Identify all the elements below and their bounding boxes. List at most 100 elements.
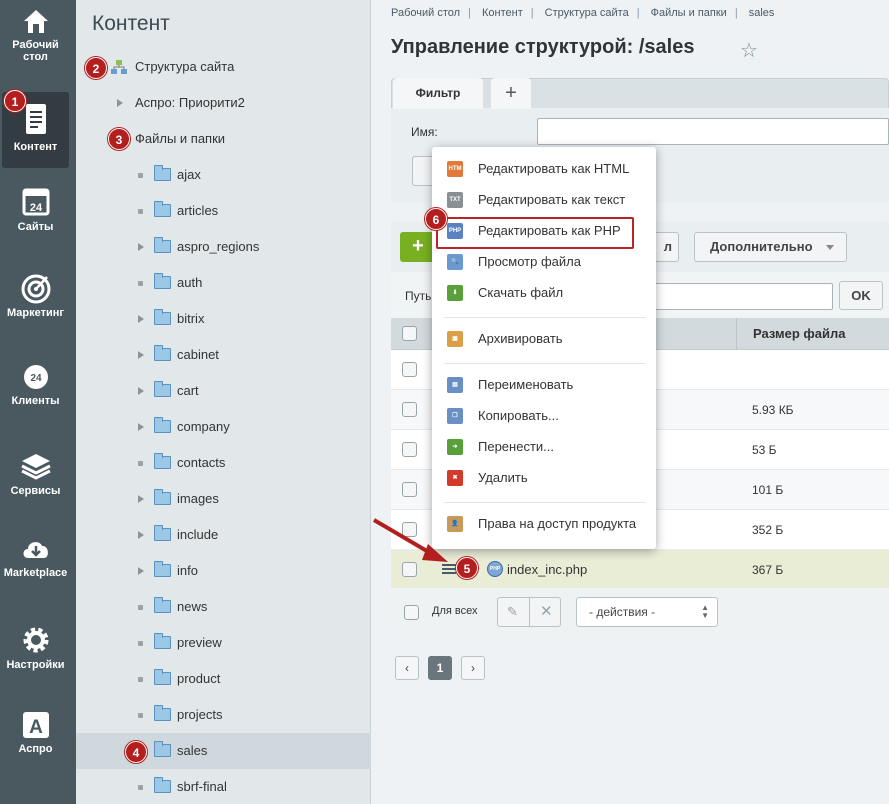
- expand-arrow-icon[interactable]: [138, 531, 144, 539]
- row-checkbox[interactable]: [402, 442, 417, 457]
- page-title: Управление структурой: /sales: [391, 36, 695, 58]
- php-file-icon: PHP: [487, 561, 503, 577]
- nav-sites[interactable]: 24 Сайты: [2, 186, 69, 262]
- tree-item-aspro-priority[interactable]: Аспро: Приорити2: [76, 85, 371, 121]
- expand-arrow-icon[interactable]: [138, 351, 144, 359]
- tree-folder-label: sales: [177, 743, 208, 758]
- nav-settings[interactable]: Настройки: [2, 624, 69, 700]
- actions-select[interactable]: - действия - ▲ ▼: [576, 597, 718, 627]
- tree-folder-ajax[interactable]: ajax: [76, 157, 371, 193]
- expand-arrow-icon[interactable]: [138, 423, 144, 431]
- breadcrumb-content[interactable]: Контент: [482, 7, 523, 19]
- tree-folder-projects[interactable]: projects: [76, 697, 371, 733]
- tree-folder-label: cart: [177, 383, 199, 398]
- tree-folder-company[interactable]: company: [76, 409, 371, 445]
- breadcrumb-files[interactable]: Файлы и папки: [651, 7, 727, 19]
- select-all-checkbox[interactable]: [402, 326, 417, 341]
- pagination-prev[interactable]: ‹: [395, 656, 419, 680]
- leaf-dot-icon: [138, 785, 143, 790]
- pagination-next[interactable]: ›: [461, 656, 485, 680]
- row-checkbox[interactable]: [402, 482, 417, 497]
- menu-item-archive[interactable]: ▣ Архивировать: [432, 325, 656, 353]
- expand-arrow-icon[interactable]: [138, 567, 144, 575]
- menu-item-txt[interactable]: TXT Редактировать как текст: [432, 186, 656, 214]
- add-button[interactable]: +: [400, 232, 436, 262]
- menu-item-move[interactable]: ➔ Перенести...: [432, 433, 656, 461]
- column-size-header[interactable]: Размер файла: [753, 326, 846, 341]
- file-name[interactable]: index_inc.php: [507, 562, 587, 577]
- tree-folder-label: cabinet: [177, 347, 219, 362]
- tree-folder-label: news: [177, 599, 208, 614]
- tree-folder-label: preview: [177, 635, 222, 650]
- breadcrumb-sales[interactable]: sales: [749, 7, 775, 19]
- expand-arrow-icon[interactable]: [138, 243, 144, 251]
- filter-name-input[interactable]: [537, 118, 889, 145]
- nav-clients[interactable]: 24 Клиенты: [2, 362, 69, 438]
- breadcrumb-desktop[interactable]: Рабочий стол: [391, 7, 460, 19]
- context-menu: HTM Редактировать как HTML TXT Редактироват…: [432, 147, 656, 549]
- tree-folder-sbrf-final[interactable]: sbrf-final: [76, 769, 371, 804]
- menu-item-download[interactable]: ⬇ Скачать файл: [432, 279, 656, 307]
- tree-folder-auth[interactable]: auth: [76, 265, 371, 301]
- leaf-dot-icon: [138, 173, 143, 178]
- menu-item-rename[interactable]: ▤ Переименовать: [432, 371, 656, 399]
- tree-folder-cabinet[interactable]: cabinet: [76, 337, 371, 373]
- tree-folder-cart[interactable]: cart: [76, 373, 371, 409]
- pagination-page-1[interactable]: 1: [428, 656, 452, 680]
- tree-folder-aspro_regions[interactable]: aspro_regions: [76, 229, 371, 265]
- folder-icon: [154, 489, 171, 505]
- menu-item-copy[interactable]: ❐ Копировать...: [432, 402, 656, 430]
- file-size: 367 Б: [752, 563, 784, 577]
- file-size: 352 Б: [752, 523, 784, 537]
- expand-arrow-icon[interactable]: [138, 387, 144, 395]
- menu-divider: [444, 317, 646, 318]
- tree-folder-articles[interactable]: articles: [76, 193, 371, 229]
- nav-services[interactable]: Сервисы: [2, 450, 69, 526]
- download-icon: ⬇: [447, 285, 463, 301]
- nav-aspro[interactable]: A Аспро: [2, 710, 69, 786]
- tree-item-structure[interactable]: Структура сайта: [76, 49, 371, 85]
- tree-folder-info[interactable]: info: [76, 553, 371, 589]
- tree-folder-news[interactable]: news: [76, 589, 371, 625]
- expand-arrow-icon[interactable]: [138, 315, 144, 323]
- tree-folder-sales[interactable]: sales: [76, 733, 371, 769]
- for-all-checkbox[interactable]: [404, 605, 419, 620]
- nav-desktop[interactable]: Рабочий стол: [2, 6, 69, 82]
- expand-arrow-icon[interactable]: [117, 99, 123, 107]
- ok-button[interactable]: OK: [839, 281, 883, 310]
- expand-arrow-icon[interactable]: [138, 495, 144, 503]
- close-icon[interactable]: ✕: [540, 602, 553, 620]
- nav-marketplace[interactable]: Marketplace: [2, 534, 69, 610]
- path-input[interactable]: [653, 283, 833, 310]
- document-icon: [25, 104, 46, 134]
- row-checkbox[interactable]: [402, 402, 417, 417]
- step-badge-1: 1: [4, 90, 26, 112]
- favorite-star-icon[interactable]: ☆: [740, 38, 758, 63]
- breadcrumb-structure[interactable]: Структура сайта: [545, 7, 629, 19]
- aspro-logo-icon: A: [22, 712, 49, 738]
- tree-folder-include[interactable]: include: [76, 517, 371, 553]
- more-button[interactable]: Дополнительно: [694, 232, 847, 262]
- tree-folder-preview[interactable]: preview: [76, 625, 371, 661]
- tree-folder-images[interactable]: images: [76, 481, 371, 517]
- tree-folder-bitrix[interactable]: bitrix: [76, 301, 371, 337]
- menu-divider: [444, 502, 646, 503]
- nav-marketing[interactable]: Маркетинг: [2, 272, 69, 348]
- menu-item-delete[interactable]: ✖ Удалить: [432, 464, 656, 492]
- tree-folder-product[interactable]: product: [76, 661, 371, 697]
- menu-item-magnifier[interactable]: 🔍 Просмотр файла: [432, 248, 656, 276]
- folder-icon: [154, 597, 171, 613]
- clients-icon: 24: [23, 365, 48, 389]
- pencil-icon[interactable]: ✎: [507, 604, 518, 620]
- add-filter-tab-button[interactable]: +: [491, 78, 531, 109]
- folder-icon: [154, 345, 171, 361]
- menu-item-user-lock[interactable]: 👤 Права на доступ продукта: [432, 510, 656, 538]
- menu-item-label: Удалить: [478, 470, 528, 485]
- highlight-frame: [436, 217, 634, 249]
- tree-folder-contacts[interactable]: contacts: [76, 445, 371, 481]
- folder-icon: [154, 201, 171, 217]
- menu-item-html[interactable]: HTM Редактировать как HTML: [432, 155, 656, 183]
- tab-filter[interactable]: Фильтр: [393, 78, 483, 109]
- row-checkbox[interactable]: [402, 362, 417, 377]
- tree-folder-label: product: [177, 671, 221, 686]
